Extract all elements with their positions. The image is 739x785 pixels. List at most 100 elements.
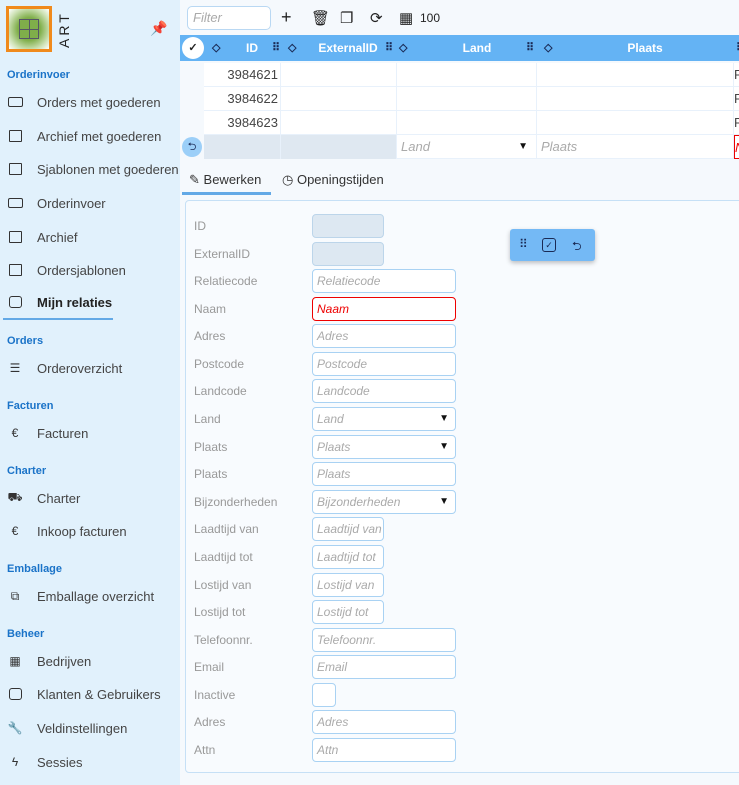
undo-row-button[interactable]: ⮌ bbox=[182, 137, 202, 157]
cell-id: 3984621 bbox=[204, 63, 281, 87]
table-row[interactable]: 3984622 F bbox=[204, 87, 739, 111]
sidebar-item-label: Orderoverzicht bbox=[37, 360, 123, 376]
new-cell-id bbox=[204, 135, 281, 159]
drag-handle-icon[interactable]: ⠿ bbox=[526, 41, 534, 54]
tab-openingstijden[interactable]: ◷ Openingstijden bbox=[282, 172, 384, 188]
grid-icon[interactable]: ▦ bbox=[399, 9, 413, 27]
field-label: Attn bbox=[194, 743, 216, 757]
sidebar-item-archief[interactable]: Archief bbox=[0, 222, 180, 252]
input-plaats[interactable]: Plaats bbox=[312, 462, 456, 486]
add-icon[interactable]: + bbox=[281, 7, 292, 28]
sidebar-item-veldinstellingen[interactable]: 🔧 Veldinstellingen bbox=[0, 713, 180, 743]
sidebar-item-facturen[interactable]: € Facturen bbox=[0, 418, 180, 448]
field-label: Telefoonnr. bbox=[194, 633, 253, 647]
checkbox-inactive[interactable] bbox=[312, 683, 336, 707]
copy-icon[interactable]: ❐ bbox=[340, 9, 353, 27]
sidebar-item-klanten-gebruikers[interactable]: Klanten & Gebruikers bbox=[0, 679, 180, 709]
column-header-land[interactable]: Land bbox=[410, 35, 544, 61]
wrench-icon: 🔧 bbox=[7, 721, 23, 735]
field-label: Email bbox=[194, 660, 225, 674]
tab-bewerken[interactable]: ✎ Bewerken bbox=[189, 172, 261, 188]
pin-icon[interactable]: 📌 bbox=[150, 20, 167, 37]
input-email[interactable]: Email bbox=[312, 655, 456, 679]
sort-icon[interactable]: ◇ bbox=[288, 35, 296, 61]
new-row[interactable]: Land▼ Plaats N bbox=[204, 135, 739, 159]
new-cell-externalid bbox=[281, 135, 397, 159]
table-row[interactable]: 3984621 F bbox=[204, 63, 739, 87]
refresh-icon[interactable]: ⟳ bbox=[370, 9, 383, 27]
drag-handle-icon[interactable]: ⠿ bbox=[385, 41, 393, 54]
drag-handle-icon[interactable]: ⠿ bbox=[272, 41, 280, 54]
sidebar-item-label: Facturen bbox=[37, 425, 89, 441]
input-lostijd-tot[interactable]: Lostijd tot bbox=[312, 600, 384, 624]
filter-input[interactable]: Filter bbox=[187, 6, 271, 30]
sidebar-item-emballage-overzicht[interactable]: ⧉ Emballage overzicht bbox=[0, 581, 180, 611]
new-naam-input[interactable]: N bbox=[734, 135, 739, 159]
drag-handle-icon[interactable]: ⠿ bbox=[519, 237, 528, 251]
undo-icon[interactable]: ⮌ bbox=[572, 237, 582, 258]
input-naam[interactable]: Naam bbox=[312, 297, 456, 321]
sidebar-item-orderoverzicht[interactable]: ☰ Orderoverzicht bbox=[0, 353, 180, 383]
input-postcode[interactable]: Postcode bbox=[312, 352, 456, 376]
trash-icon[interactable]: 🗑 bbox=[311, 9, 330, 27]
sidebar-item-orderinvoer[interactable]: Orderinvoer bbox=[0, 188, 180, 218]
sidebar-item-inkoop-facturen[interactable]: € Inkoop facturen bbox=[0, 516, 180, 546]
column-header-plaats[interactable]: Plaats bbox=[560, 35, 730, 61]
select-all-checkbox[interactable]: ✓ bbox=[182, 37, 204, 59]
input-landcode[interactable]: Landcode bbox=[312, 379, 456, 403]
input-adres[interactable]: Adres bbox=[312, 324, 456, 348]
sidebar-item-sjablonen-met-goederen[interactable]: Sjablonen met goederen bbox=[0, 154, 180, 184]
sidebar-item-label: Orders met goederen bbox=[37, 94, 161, 110]
input-externalid[interactable] bbox=[312, 242, 384, 266]
field-label: Relatiecode bbox=[194, 274, 258, 288]
archive-icon bbox=[7, 128, 23, 144]
sidebar-item-bedrijven[interactable]: ▦ Bedrijven bbox=[0, 646, 180, 676]
sidebar-item-sessies[interactable]: ϟ Sessies bbox=[0, 747, 180, 777]
field-label: Laadtijd tot bbox=[194, 550, 253, 564]
sidebar-item-charter[interactable]: ⛟ Charter bbox=[0, 483, 180, 513]
section-orderinvoer: Orderinvoer bbox=[7, 69, 70, 81]
sidebar-item-archief-met-goederen[interactable]: Archief met goederen bbox=[0, 121, 180, 151]
input-lostijd-van[interactable]: Lostijd van bbox=[312, 573, 384, 597]
dropdown-arrow-icon: ▼ bbox=[439, 413, 449, 424]
input-attn[interactable]: Attn bbox=[312, 738, 456, 762]
input-relatiecode[interactable]: Relatiecode bbox=[312, 269, 456, 293]
input-bijzonderheden[interactable]: Bijzonderheden ▼ bbox=[312, 490, 456, 514]
field-label: ID bbox=[194, 219, 206, 233]
sidebar-item-ordersjablonen[interactable]: Ordersjablonen bbox=[0, 255, 180, 285]
input-adres[interactable]: Adres bbox=[312, 710, 456, 734]
new-plaats-input[interactable]: Plaats bbox=[537, 135, 734, 159]
sort-icon[interactable]: ◇ bbox=[544, 35, 552, 61]
sidebar-item-label: Ordersjablonen bbox=[37, 262, 126, 278]
sidebar-item-label: Bedrijven bbox=[37, 653, 92, 669]
field-label: Adres bbox=[194, 715, 226, 729]
cell-plaats bbox=[537, 87, 734, 111]
sidebar-item-orders-met-goederen[interactable]: Orders met goederen bbox=[0, 87, 180, 117]
floating-action-bar: ⠿ ✓ ⮌ bbox=[510, 229, 595, 261]
cell-next: F bbox=[734, 115, 739, 130]
page-size[interactable]: 100 bbox=[420, 11, 440, 25]
input-laadtijd-van[interactable]: Laadtijd van bbox=[312, 517, 384, 541]
cell-externalid bbox=[281, 87, 397, 111]
archive-icon bbox=[7, 229, 23, 245]
table-row[interactable]: 3984623 F bbox=[204, 111, 739, 135]
input-land[interactable]: Land ▼ bbox=[312, 407, 456, 431]
dropdown-arrow-icon: ▼ bbox=[439, 496, 449, 507]
cell-next: F bbox=[734, 91, 739, 106]
sort-icon[interactable]: ◇ bbox=[399, 35, 407, 61]
cell-next: F bbox=[734, 67, 739, 82]
cell-id: 3984623 bbox=[204, 111, 281, 135]
boxes-icon: ⧉ bbox=[10, 588, 20, 603]
section-beheer: Beheer bbox=[7, 628, 45, 640]
column-header-externalid[interactable]: ExternalID bbox=[300, 35, 396, 61]
save-check-icon[interactable]: ✓ bbox=[542, 238, 556, 252]
new-land-select[interactable]: Land ▼ bbox=[397, 135, 537, 159]
input-telefoonnr-[interactable]: Telefoonnr. bbox=[312, 628, 456, 652]
sidebar-item-label: Klanten & Gebruikers bbox=[37, 686, 161, 702]
input-plaats[interactable]: Plaats ▼ bbox=[312, 435, 456, 459]
input-id[interactable] bbox=[312, 214, 384, 238]
input-laadtijd-tot[interactable]: Laadtijd tot bbox=[312, 545, 384, 569]
edit-form: ID ExternalID Relatiecode Relatiecode Naam Na… bbox=[185, 200, 739, 773]
sidebar-item-mijn-relaties[interactable]: Mijn relaties bbox=[0, 287, 180, 317]
invoice-icon: € bbox=[11, 524, 19, 538]
